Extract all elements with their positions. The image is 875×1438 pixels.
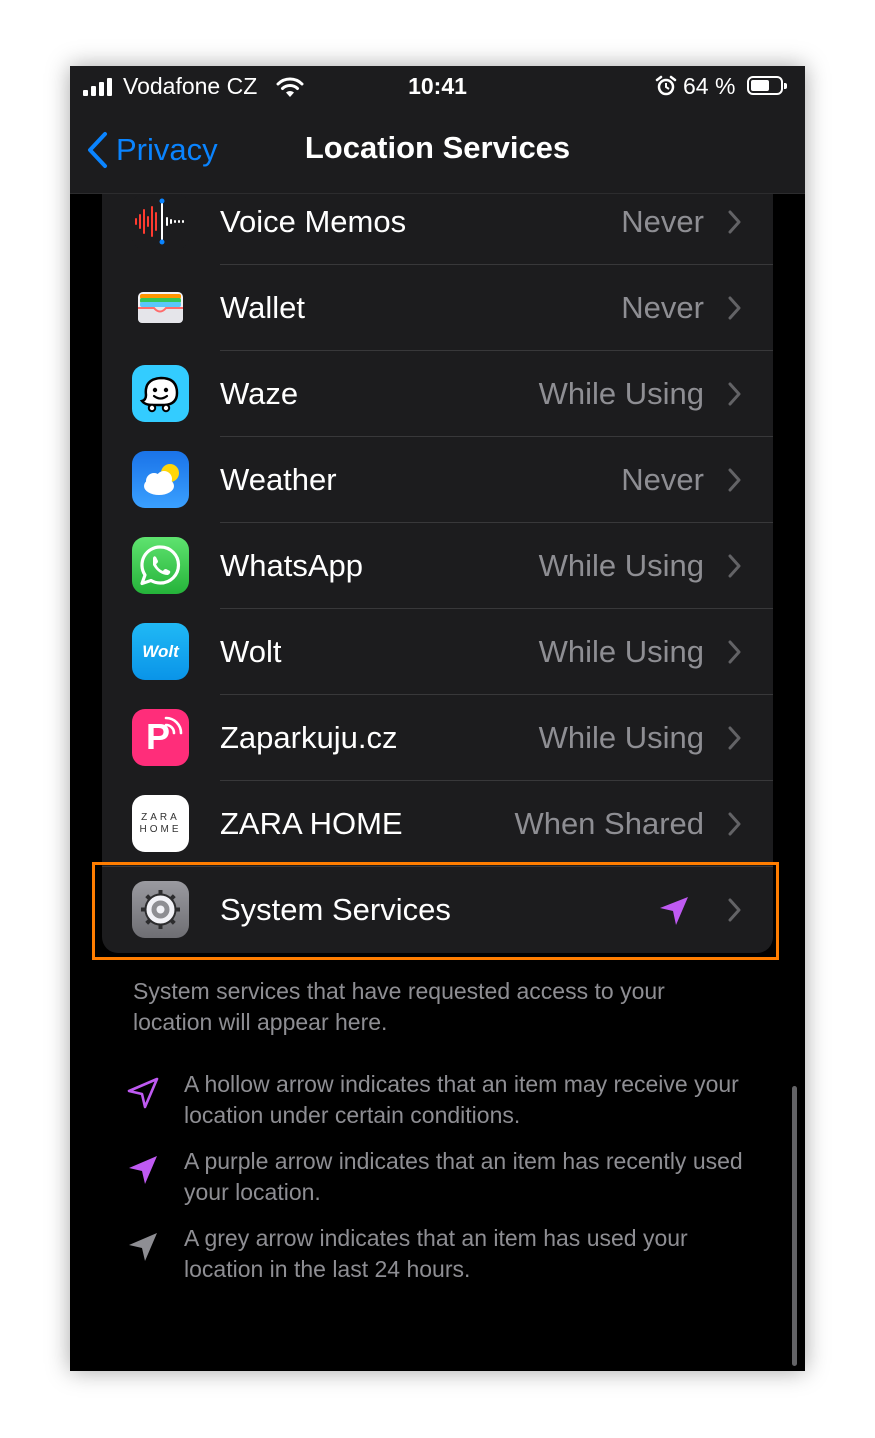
app-row-zara-home[interactable]: ZARA HOME ZARA HOME When Shared bbox=[102, 781, 773, 867]
app-name: ZARA HOME bbox=[220, 806, 403, 841]
app-name: Weather bbox=[220, 462, 337, 497]
system-services-footer: System services that have requested acce… bbox=[133, 978, 665, 1035]
chevron-right-icon bbox=[728, 468, 741, 492]
navigation-bar: Privacy Location Services bbox=[70, 108, 805, 194]
app-row-weather[interactable]: Weather Never bbox=[102, 437, 773, 523]
chevron-right-icon bbox=[728, 210, 741, 234]
app-name: Wallet bbox=[220, 290, 305, 325]
chevron-right-icon bbox=[728, 296, 741, 320]
app-row-wolt[interactable]: Wolt Wolt While Using bbox=[102, 609, 773, 695]
location-permission: Never bbox=[621, 462, 704, 497]
purple-arrow-icon bbox=[129, 1156, 157, 1184]
chevron-right-icon bbox=[728, 382, 741, 406]
weather-icon bbox=[132, 451, 189, 508]
app-row-wallet[interactable]: Wallet Never bbox=[102, 265, 773, 351]
alarm-icon bbox=[655, 75, 677, 96]
legend-text: A purple arrow indicates that an item ha… bbox=[184, 1148, 743, 1205]
highlight-box bbox=[92, 862, 779, 960]
app-row-voice-memos[interactable]: Voice Memos Never bbox=[102, 194, 773, 265]
chevron-right-icon bbox=[728, 554, 741, 578]
voice-memos-icon bbox=[132, 194, 189, 250]
grey-arrow-icon bbox=[129, 1233, 157, 1261]
status-bar: Vodafone CZ 10:41 64 % bbox=[70, 66, 805, 108]
zara-home-icon-line1: ZARA bbox=[141, 812, 180, 823]
chevron-right-icon bbox=[728, 726, 741, 750]
wallet-icon bbox=[132, 279, 189, 336]
location-permission: While Using bbox=[538, 634, 704, 669]
page-title: Location Services bbox=[304, 130, 571, 165]
app-name: Voice Memos bbox=[220, 204, 407, 239]
app-name: Zaparkuju.cz bbox=[220, 720, 398, 755]
app-location-list: Voice Memos Never Wallet Never Waze Whil… bbox=[102, 194, 773, 953]
legend-text: A hollow arrow indicates that an item ma… bbox=[184, 1071, 739, 1128]
hollow-arrow-icon bbox=[127, 1077, 159, 1109]
zaparkuju-icon: P bbox=[132, 709, 189, 766]
location-permission: While Using bbox=[538, 720, 704, 755]
whatsapp-icon bbox=[132, 537, 189, 594]
app-row-whatsapp[interactable]: WhatsApp While Using bbox=[102, 523, 773, 609]
battery-icon bbox=[747, 76, 787, 95]
phone-screen: Vodafone CZ 10:41 64 % Privacy Location … bbox=[70, 66, 805, 1371]
location-permission: While Using bbox=[538, 548, 704, 583]
location-permission: Never bbox=[621, 290, 704, 325]
wolt-icon-text: Wolt bbox=[142, 642, 179, 661]
scrollbar[interactable] bbox=[792, 1086, 797, 1366]
waze-icon bbox=[132, 365, 189, 422]
app-name: Wolt bbox=[220, 634, 282, 669]
app-row-waze[interactable]: Waze While Using bbox=[102, 351, 773, 437]
legend-text: A grey arrow indicates that an item has … bbox=[184, 1225, 688, 1282]
wolt-icon: Wolt bbox=[132, 623, 189, 680]
chevron-right-icon bbox=[728, 812, 741, 836]
zara-home-icon-line2: HOME bbox=[139, 824, 182, 835]
zara-home-icon: ZARA HOME bbox=[132, 795, 189, 852]
app-name: Waze bbox=[220, 376, 299, 411]
location-permission: When Shared bbox=[514, 806, 704, 841]
app-name: WhatsApp bbox=[220, 548, 364, 583]
location-permission: While Using bbox=[538, 376, 704, 411]
location-permission: Never bbox=[621, 204, 704, 239]
app-row-zaparkuju[interactable]: P Zaparkuju.cz While Using bbox=[102, 695, 773, 781]
chevron-right-icon bbox=[728, 640, 741, 664]
battery-percentage: 64 % bbox=[683, 73, 736, 99]
